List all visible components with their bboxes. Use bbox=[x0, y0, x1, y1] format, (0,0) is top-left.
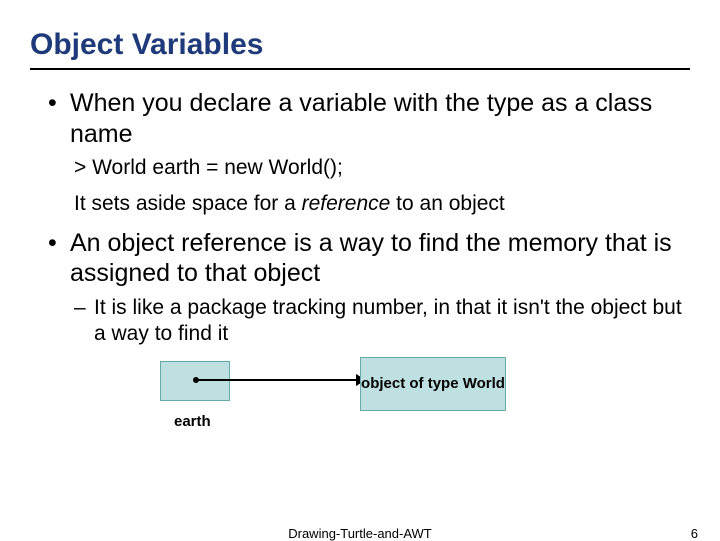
arrow-line bbox=[196, 379, 360, 381]
bullet-dot: • bbox=[48, 228, 70, 289]
bullet-1-sub-1: > World earth = new World(); bbox=[74, 155, 690, 181]
bullet-2-text: An object reference is a way to find the… bbox=[70, 228, 690, 289]
bullet-1-sub-2: It sets aside space for a reference to a… bbox=[74, 191, 690, 217]
bullet-1-sub-2-prefix: It sets aside space for a bbox=[74, 192, 302, 215]
footer-source: Drawing-Turtle-and-AWT bbox=[0, 526, 720, 541]
bullet-1-sub-2-suffix: to an object bbox=[390, 192, 504, 215]
bullet-1-sub-2-italic: reference bbox=[302, 192, 391, 215]
bullet-1-text: When you declare a variable with the typ… bbox=[70, 88, 690, 149]
reference-diagram: object of type World earth bbox=[160, 357, 690, 467]
bullet-dot: • bbox=[48, 88, 70, 149]
bullet-2-dash-1-text: It is like a package tracking number, in… bbox=[94, 295, 690, 348]
object-box: object of type World bbox=[360, 357, 506, 411]
bullet-2: • An object reference is a way to find t… bbox=[48, 228, 690, 289]
dash-mark: – bbox=[74, 295, 94, 348]
variable-label: earth bbox=[174, 413, 211, 430]
footer-page-number: 6 bbox=[691, 526, 698, 541]
bullet-1: • When you declare a variable with the t… bbox=[48, 88, 690, 149]
slide-title: Object Variables bbox=[30, 28, 690, 70]
bullet-2-dash-1: – It is like a package tracking number, … bbox=[74, 295, 690, 348]
